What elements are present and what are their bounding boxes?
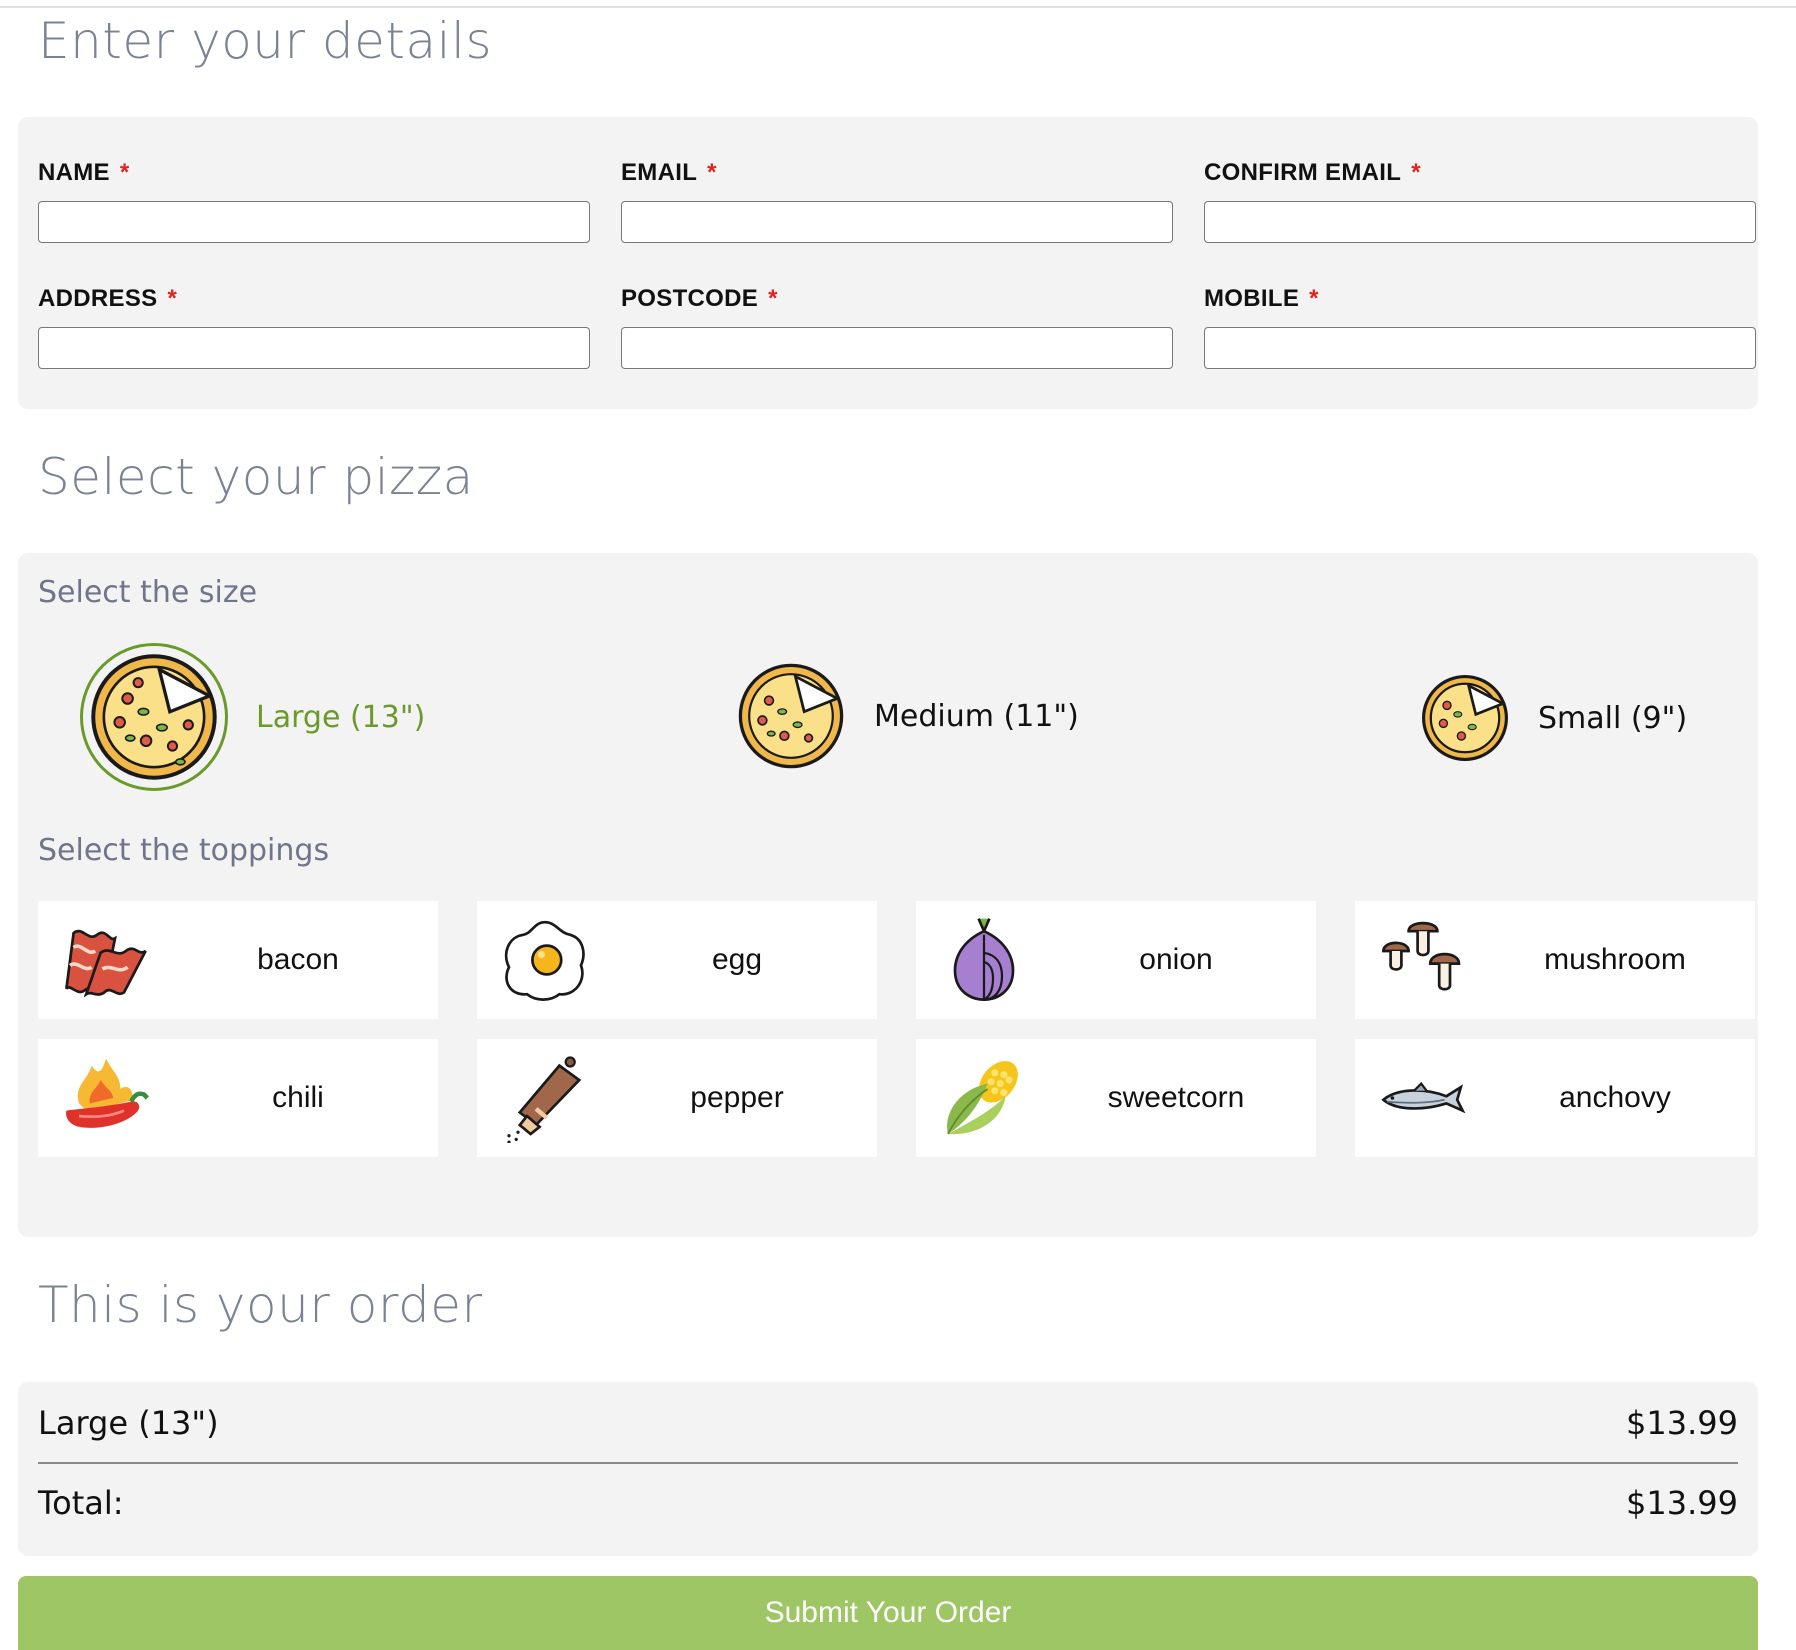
name-field[interactable]: [38, 201, 590, 243]
mushroom-icon: [1382, 921, 1461, 991]
topping-label-mushroom: mushroom: [1544, 943, 1686, 976]
pizza-heading: Select your pizza: [38, 448, 474, 506]
topping-label-onion: onion: [1139, 943, 1213, 976]
anchovy-icon: [1381, 1081, 1466, 1114]
mobile-label: MOBILE *: [1204, 285, 1319, 312]
email-field[interactable]: [621, 201, 1173, 243]
confirm-email-label: CONFIRM EMAIL *: [1204, 159, 1421, 186]
topping-egg[interactable]: egg: [477, 901, 877, 1019]
sweetcorn-icon: [947, 1061, 1018, 1135]
name-label: NAME *: [38, 159, 130, 186]
topping-label-anchovy: anchovy: [1559, 1081, 1671, 1114]
order-summary-panel: Large (13") $13.99 Total: $13.99: [18, 1382, 1758, 1556]
order-item-price: $13.99: [1626, 1404, 1738, 1442]
submit-order-button[interactable]: Submit Your Order: [18, 1576, 1758, 1650]
topping-mushroom[interactable]: mushroom: [1355, 901, 1755, 1019]
order-item-name: Large (13"): [38, 1404, 219, 1442]
confirm-email-field[interactable]: [1204, 201, 1756, 243]
pizza-large-icon: [80, 643, 228, 791]
topping-label-chili: chili: [272, 1081, 324, 1114]
topping-sweetcorn[interactable]: sweetcorn: [916, 1039, 1316, 1157]
topping-onion[interactable]: onion: [916, 901, 1316, 1019]
bacon-icon: [65, 929, 147, 998]
total-label: Total:: [38, 1484, 124, 1522]
size-option-small[interactable]: Small (9"): [1420, 673, 1687, 763]
egg-icon: [504, 920, 585, 1001]
topping-label-bacon: bacon: [257, 943, 339, 976]
size-subhead: Select the size: [38, 575, 258, 610]
chili-icon: [66, 1058, 149, 1128]
email-label: EMAIL *: [621, 159, 717, 186]
size-option-large[interactable]: Large (13"): [80, 643, 425, 791]
topping-pepper[interactable]: pepper: [477, 1039, 877, 1157]
order-divider: [38, 1462, 1738, 1464]
pepper-grinder-icon: [507, 1056, 582, 1143]
details-panel: NAME * EMAIL * CONFIRM EMAIL * ADDRESS * POS…: [18, 117, 1758, 409]
size-label-large: Large (13"): [256, 699, 426, 735]
size-option-medium[interactable]: Medium (11"): [736, 661, 1079, 771]
total-value: $13.99: [1626, 1484, 1738, 1522]
topping-bacon[interactable]: bacon: [38, 901, 438, 1019]
toppings-subhead: Select the toppings: [38, 833, 330, 868]
onion-icon: [953, 918, 1015, 1001]
pizza-small-icon: [1420, 673, 1510, 763]
order-total-row: Total: $13.99: [38, 1484, 1738, 1522]
size-label-small: Small (9"): [1538, 700, 1688, 736]
topping-label-pepper: pepper: [690, 1081, 784, 1114]
details-heading: Enter your details: [38, 12, 492, 70]
top-divider: [0, 6, 1796, 8]
order-item-row: Large (13") $13.99: [38, 1404, 1738, 1442]
pizza-medium-icon: [736, 661, 846, 771]
topping-label-egg: egg: [711, 943, 763, 976]
order-heading: This is your order: [38, 1276, 483, 1334]
topping-label-sweetcorn: sweetcorn: [1107, 1081, 1245, 1114]
postcode-field[interactable]: [621, 327, 1173, 369]
size-label-medium: Medium (11"): [874, 698, 1079, 734]
postcode-label: POSTCODE *: [621, 285, 778, 312]
pizza-panel: Select the size Large (13") Medium (11")…: [18, 553, 1758, 1237]
address-label: ADDRESS *: [38, 285, 178, 312]
mobile-field[interactable]: [1204, 327, 1756, 369]
address-field[interactable]: [38, 327, 590, 369]
topping-chili[interactable]: chili: [38, 1039, 438, 1157]
topping-anchovy[interactable]: anchovy: [1355, 1039, 1755, 1157]
